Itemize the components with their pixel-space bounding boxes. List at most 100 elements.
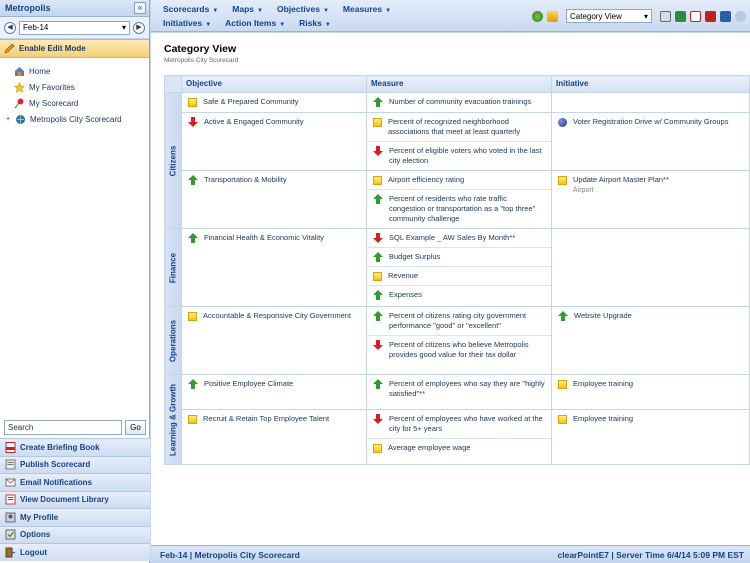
top-menu-bar: Scorecards ▼ Maps ▼ Objectives ▼ Measures ▼ …: [151, 0, 750, 32]
my-profile-button[interactable]: My Profile: [0, 508, 150, 526]
objective-cell[interactable]: Safe & Prepared Community: [181, 92, 367, 113]
objective-cell[interactable]: Financial Health & Economic Vitality: [181, 228, 367, 307]
measure-item[interactable]: Revenue: [367, 266, 551, 285]
help-icon[interactable]: [720, 10, 731, 22]
arrow-up-green-icon: [373, 311, 383, 321]
measure-item[interactable]: Percent of citizens rating city governme…: [367, 307, 551, 335]
enable-edit-mode-button[interactable]: Enable Edit Mode: [0, 39, 149, 58]
category-label: Finance: [168, 252, 178, 283]
collapse-sidebar-icon[interactable]: «: [134, 2, 146, 14]
header-measure: Measure: [366, 75, 552, 93]
action-label: View Document Library: [20, 495, 109, 505]
go-button[interactable]: Go: [125, 420, 146, 435]
chevron-down-icon: ▼: [322, 8, 329, 14]
tree-item-scorecard[interactable]: My Scorecard: [6, 95, 149, 111]
previous-period-icon[interactable]: ◀: [4, 21, 16, 34]
table-row: Learning & Growth Positive Employee Clim…: [164, 374, 750, 465]
next-period-icon[interactable]: ▶: [133, 21, 145, 34]
menu-scorecards[interactable]: Scorecards ▼: [163, 4, 218, 14]
category-label: Learning & Growth: [168, 383, 178, 456]
tree-item-home[interactable]: Home: [6, 63, 149, 79]
chat-icon[interactable]: [735, 10, 746, 22]
header-corner: [164, 75, 182, 93]
objective-cell[interactable]: Transportation & Mobility: [181, 170, 367, 229]
table-row: Active & Engaged Community Percent of re…: [165, 112, 750, 171]
pdf-export-icon[interactable]: [690, 10, 701, 22]
initiative-cell[interactable]: Website Upgrade: [551, 306, 750, 375]
measure-item[interactable]: Percent of residents who rate traffic co…: [367, 189, 551, 228]
measure-cell: Number of community evacuation trainings: [366, 92, 552, 113]
create-briefing-book-button[interactable]: Create Briefing Book: [0, 438, 150, 456]
publish-scorecard-button[interactable]: Publish Scorecard: [0, 455, 150, 473]
initiative-cell: [551, 228, 750, 307]
menu-objectives[interactable]: Objectives ▼: [277, 4, 329, 14]
table-header-row: Objective Measure Initiative: [164, 75, 750, 93]
measure-item[interactable]: Percent of eligible voters who voted in …: [367, 141, 551, 170]
measure-item[interactable]: Average employee wage: [367, 438, 551, 457]
status-neutral-icon: [373, 444, 382, 453]
measure-item[interactable]: Airport efficiency rating: [367, 171, 551, 189]
library-icon: [5, 494, 16, 505]
action-label: Options: [20, 530, 51, 540]
period-dropdown[interactable]: Feb-14 ▾: [19, 20, 130, 35]
category-label: Citizens: [168, 145, 178, 176]
status-neutral-icon: [373, 272, 382, 281]
measure-cell: Percent of citizens rating city governme…: [366, 306, 552, 375]
table-row: Recruit & Retain Top Employee Talent Per…: [165, 409, 750, 465]
table-row: Transportation & Mobility Airport effici…: [165, 170, 750, 229]
measure-item[interactable]: Expenses: [367, 285, 551, 304]
sidebar: Metropolis « ◀ Feb-14 ▾ ▶ Enable Edit Mo…: [0, 0, 150, 563]
pin-icon: [14, 98, 24, 108]
measure-item[interactable]: Percent of employees who have worked at …: [367, 410, 551, 438]
chevron-down-icon: ▼: [257, 8, 263, 14]
view-document-library-button[interactable]: View Document Library: [0, 490, 150, 508]
chevron-down-icon: ▼: [205, 22, 212, 28]
category-cell: Citizens: [164, 92, 182, 229]
objective-cell[interactable]: Active & Engaged Community: [181, 112, 367, 171]
navigation-tree: Home My Favorites My Scorecard + Metropo…: [0, 58, 149, 127]
category-label: Operations: [168, 319, 178, 362]
logout-button[interactable]: Logout: [0, 543, 150, 561]
measure-item[interactable]: Percent of employees who say they are "h…: [367, 375, 551, 403]
options-button[interactable]: Options: [0, 525, 150, 543]
initiative-cell[interactable]: Update Airport Master Plan** Airport: [551, 170, 750, 229]
scorecard-icon: [16, 114, 25, 124]
initiative-cell[interactable]: Voter Registration Drive w/ Community Gr…: [551, 112, 750, 171]
logout-icon: [5, 547, 15, 558]
edit-mode-label: Enable Edit Mode: [19, 44, 86, 53]
adobe-icon[interactable]: [705, 10, 716, 22]
tree-item-label: My Favorites: [29, 82, 75, 92]
initiative-cell[interactable]: Employee training: [551, 409, 750, 465]
objective-cell[interactable]: Accountable & Responsive City Government: [181, 306, 367, 375]
menu-measures[interactable]: Measures ▼: [343, 4, 391, 14]
measure-item[interactable]: Number of community evacuation trainings: [367, 93, 551, 111]
email-notifications-button[interactable]: Email Notifications: [0, 473, 150, 491]
tree-item-city-scorecard[interactable]: + Metropolis City Scorecard: [6, 111, 149, 127]
print-icon[interactable]: [660, 10, 671, 22]
view-dropdown[interactable]: Category View ▾: [566, 9, 652, 23]
menu-initiatives[interactable]: Initiatives ▼: [163, 18, 211, 28]
search-input[interactable]: [4, 420, 122, 435]
menu-row-secondary: Initiatives ▼ Action Items ▼ Risks ▼: [163, 18, 331, 28]
tree-item-favorites[interactable]: My Favorites: [6, 79, 149, 95]
tree-item-label: My Scorecard: [29, 98, 79, 108]
status-ball-icon: [558, 118, 567, 127]
measure-item[interactable]: SQL Example _ AW Sales By Month**: [367, 229, 551, 247]
objective-cell[interactable]: Recruit & Retain Top Employee Talent: [181, 409, 367, 465]
refresh-icon[interactable]: [532, 10, 543, 22]
measure-cell: SQL Example _ AW Sales By Month** Budget…: [366, 228, 552, 307]
arrow-up-green-icon: [188, 175, 198, 185]
category-cell: Operations: [164, 306, 182, 375]
menu-action-items[interactable]: Action Items ▼: [225, 18, 285, 28]
menu-maps[interactable]: Maps ▼: [232, 4, 263, 14]
excel-icon[interactable]: [675, 10, 686, 22]
favorite-icon[interactable]: [547, 10, 558, 22]
expand-icon[interactable]: +: [6, 116, 11, 123]
menu-risks[interactable]: Risks ▼: [299, 18, 331, 28]
measure-item[interactable]: Percent of recognized neighborhood assoc…: [367, 113, 551, 141]
objective-cell[interactable]: Positive Employee Climate: [181, 374, 367, 410]
initiative-owner: Airport: [573, 187, 594, 194]
measure-item[interactable]: Percent of citizens who believe Metropol…: [367, 335, 551, 364]
measure-item[interactable]: Budget Surplus: [367, 247, 551, 266]
initiative-cell[interactable]: Employee training: [551, 374, 750, 410]
